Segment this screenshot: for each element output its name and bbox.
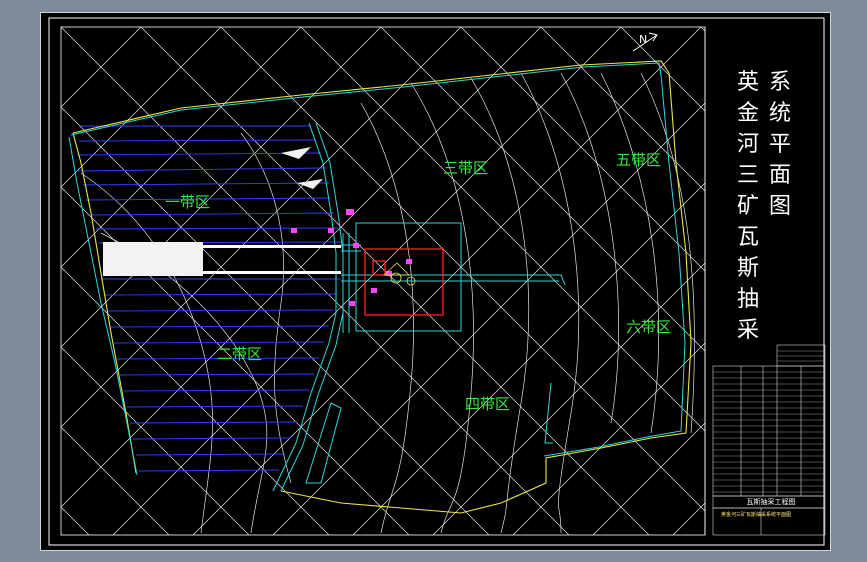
title-block-subtitle: 英金河三矿瓦斯抽采系统平面图	[721, 512, 792, 518]
zone-label-3: 三带区	[443, 159, 489, 177]
grid-line	[272, 102, 705, 535]
grid-line	[61, 27, 302, 268]
grid-line	[61, 27, 222, 188]
grid-line	[61, 346, 250, 535]
cad-drawing-frame: N 英金河三矿瓦斯抽采 系统平面图 一带区 二带区 三带区 四带区 五带区 六带…	[40, 12, 831, 551]
zone-label-6: 六带区	[626, 318, 672, 336]
drawing-title-line-2: 系统平面图	[768, 70, 791, 219]
grid-line	[41, 27, 61, 550]
grid-line	[61, 506, 90, 535]
coordinate-grid	[41, 27, 705, 550]
grid-line	[61, 106, 490, 535]
cad-drawing-canvas: N	[41, 17, 826, 550]
blue-working-lines	[74, 125, 342, 472]
zone-label-2: 二带区	[217, 345, 263, 363]
grid-line	[672, 502, 705, 535]
grid-line	[61, 27, 62, 28]
drawing-title-line-1: 英金河三矿瓦斯抽采	[736, 70, 759, 343]
title-block-title: 瓦斯抽采工程图	[746, 498, 796, 506]
roadway-hatch	[103, 147, 341, 276]
grid-line	[61, 27, 542, 508]
grid-line	[61, 27, 142, 108]
north-label: N	[639, 33, 647, 46]
red-gas-station-box	[364, 248, 444, 316]
map-content	[41, 27, 705, 550]
grid-line	[61, 266, 330, 535]
grid-line	[620, 27, 705, 112]
zone-label-4: 四带区	[465, 395, 511, 413]
legend-rows	[713, 350, 825, 493]
north-arrow-icon: N	[632, 32, 658, 52]
grid-line	[220, 27, 705, 512]
grid-line	[432, 262, 705, 535]
zone-label-1: 一带区	[165, 193, 211, 211]
mine-boundary	[72, 60, 692, 514]
contour-lines	[80, 72, 695, 534]
zone-label-5: 五带区	[616, 151, 662, 169]
grid-line	[380, 27, 705, 352]
magenta-labels	[291, 209, 412, 306]
grid-line	[61, 27, 382, 348]
grid-line	[61, 426, 170, 535]
